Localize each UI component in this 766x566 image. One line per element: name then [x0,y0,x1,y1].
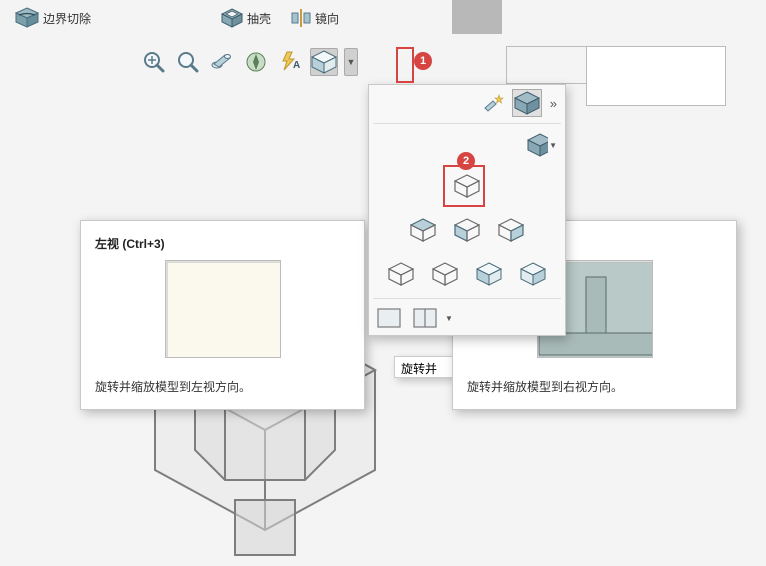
callout-rect-2 [443,165,485,207]
view-cube-button[interactable] [512,89,542,117]
grey-panel [452,0,502,34]
callout-badge-2: 2 [457,152,475,170]
zoom-fit-icon [143,51,165,73]
view-orientation-button[interactable] [310,48,338,76]
ribbon-bar: 边界切除 抽壳 镜向 [0,0,766,36]
new-view-icon [482,93,504,113]
boundary-cut-label: 边界切除 [43,10,91,27]
view-orientation-panel: » ▼ ▼ [368,84,566,336]
mirror-button[interactable]: 镜向 [291,8,339,28]
chevron-down-icon: ▼ [549,141,557,150]
tooltip-left-view: 左视 (Ctrl+3) 旋转并缩放模型到左视方向。 [80,220,365,410]
view-toolbar: ▼ [140,48,358,76]
dynamic-annotation-button[interactable] [276,48,304,76]
bolt-a-icon [279,51,301,73]
boundary-cut-icon [15,7,39,29]
cube-bottom-icon [432,262,458,286]
right-view-button[interactable] [491,212,531,248]
tooltip-right-desc: 旋转并缩放模型到右视方向。 [467,378,722,395]
right-small-panel [506,46,586,84]
back-view-button[interactable] [381,256,421,292]
view-orientation-dropdown-button[interactable]: ▼ [344,48,358,76]
right-white-panel [586,46,726,106]
shell-button[interactable]: 抽壳 [221,8,271,28]
chevron-down-icon: ▼ [347,57,356,67]
more-icon[interactable]: » [550,96,557,111]
iso2-view-button[interactable] [513,256,553,292]
mirror-icon [291,8,311,28]
iso1-view-button[interactable] [469,256,509,292]
tooltip-left-desc: 旋转并缩放模型到左视方向。 [95,378,350,395]
cube-top-icon [410,218,436,242]
tooltip-left-title: 左视 (Ctrl+3) [95,235,350,252]
cube-iso2-icon [520,262,546,286]
mirror-label: 镜向 [315,10,339,27]
cube-back-icon [388,262,414,286]
scope-icon [211,51,233,73]
separator [373,298,561,299]
top-view-button[interactable] [403,212,443,248]
boundary-cut-button[interactable]: 边界切除 [15,7,91,29]
dual-viewport-icon [413,308,437,328]
new-view-button[interactable] [478,89,508,117]
single-viewport-icon [377,308,401,328]
single-viewport-button[interactable] [373,305,405,331]
callout-1-number: 1 [420,55,426,67]
tooltip-clipped: 旋转并 [394,356,454,378]
bottom-view-button[interactable] [425,256,465,292]
tooltip-clipped-text: 旋转并 [401,362,437,376]
left-view-button[interactable] [447,212,487,248]
shell-icon [221,8,243,28]
zoom-area-icon [177,51,199,73]
callout-rect-1 [396,47,414,83]
chevron-down-icon: ▼ [445,314,453,323]
zoom-area-button[interactable] [174,48,202,76]
callout-2-number: 2 [463,155,469,167]
callout-badge-1: 1 [414,52,432,70]
separator [373,123,561,124]
view-cube-icon [514,91,540,115]
shell-label: 抽壳 [247,10,271,27]
zoom-fit-button[interactable] [140,48,168,76]
nav-icon [245,51,267,73]
cube-orientation-icon [311,50,337,74]
cube-right-icon [498,218,524,242]
display-style-icon [527,133,548,157]
cube-left-icon [454,218,480,242]
tooltip-left-thumbnail [165,260,281,358]
prev-view-button[interactable] [208,48,236,76]
dual-viewport-button[interactable] [409,305,441,331]
display-style-button[interactable]: ▼ [525,130,559,160]
cube-iso1-icon [476,262,502,286]
section-view-button[interactable] [242,48,270,76]
